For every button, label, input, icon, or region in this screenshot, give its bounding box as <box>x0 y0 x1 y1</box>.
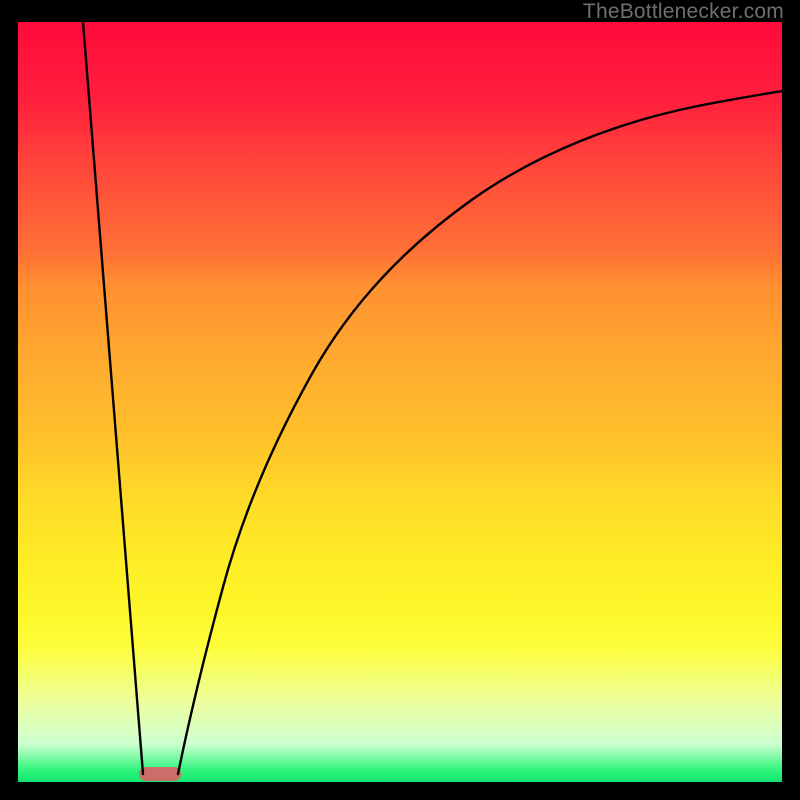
gradient-background <box>18 22 782 782</box>
watermark-text: TheBottleneсker.com <box>583 0 784 24</box>
chart-frame <box>18 22 782 782</box>
min-point-marker <box>139 767 181 781</box>
